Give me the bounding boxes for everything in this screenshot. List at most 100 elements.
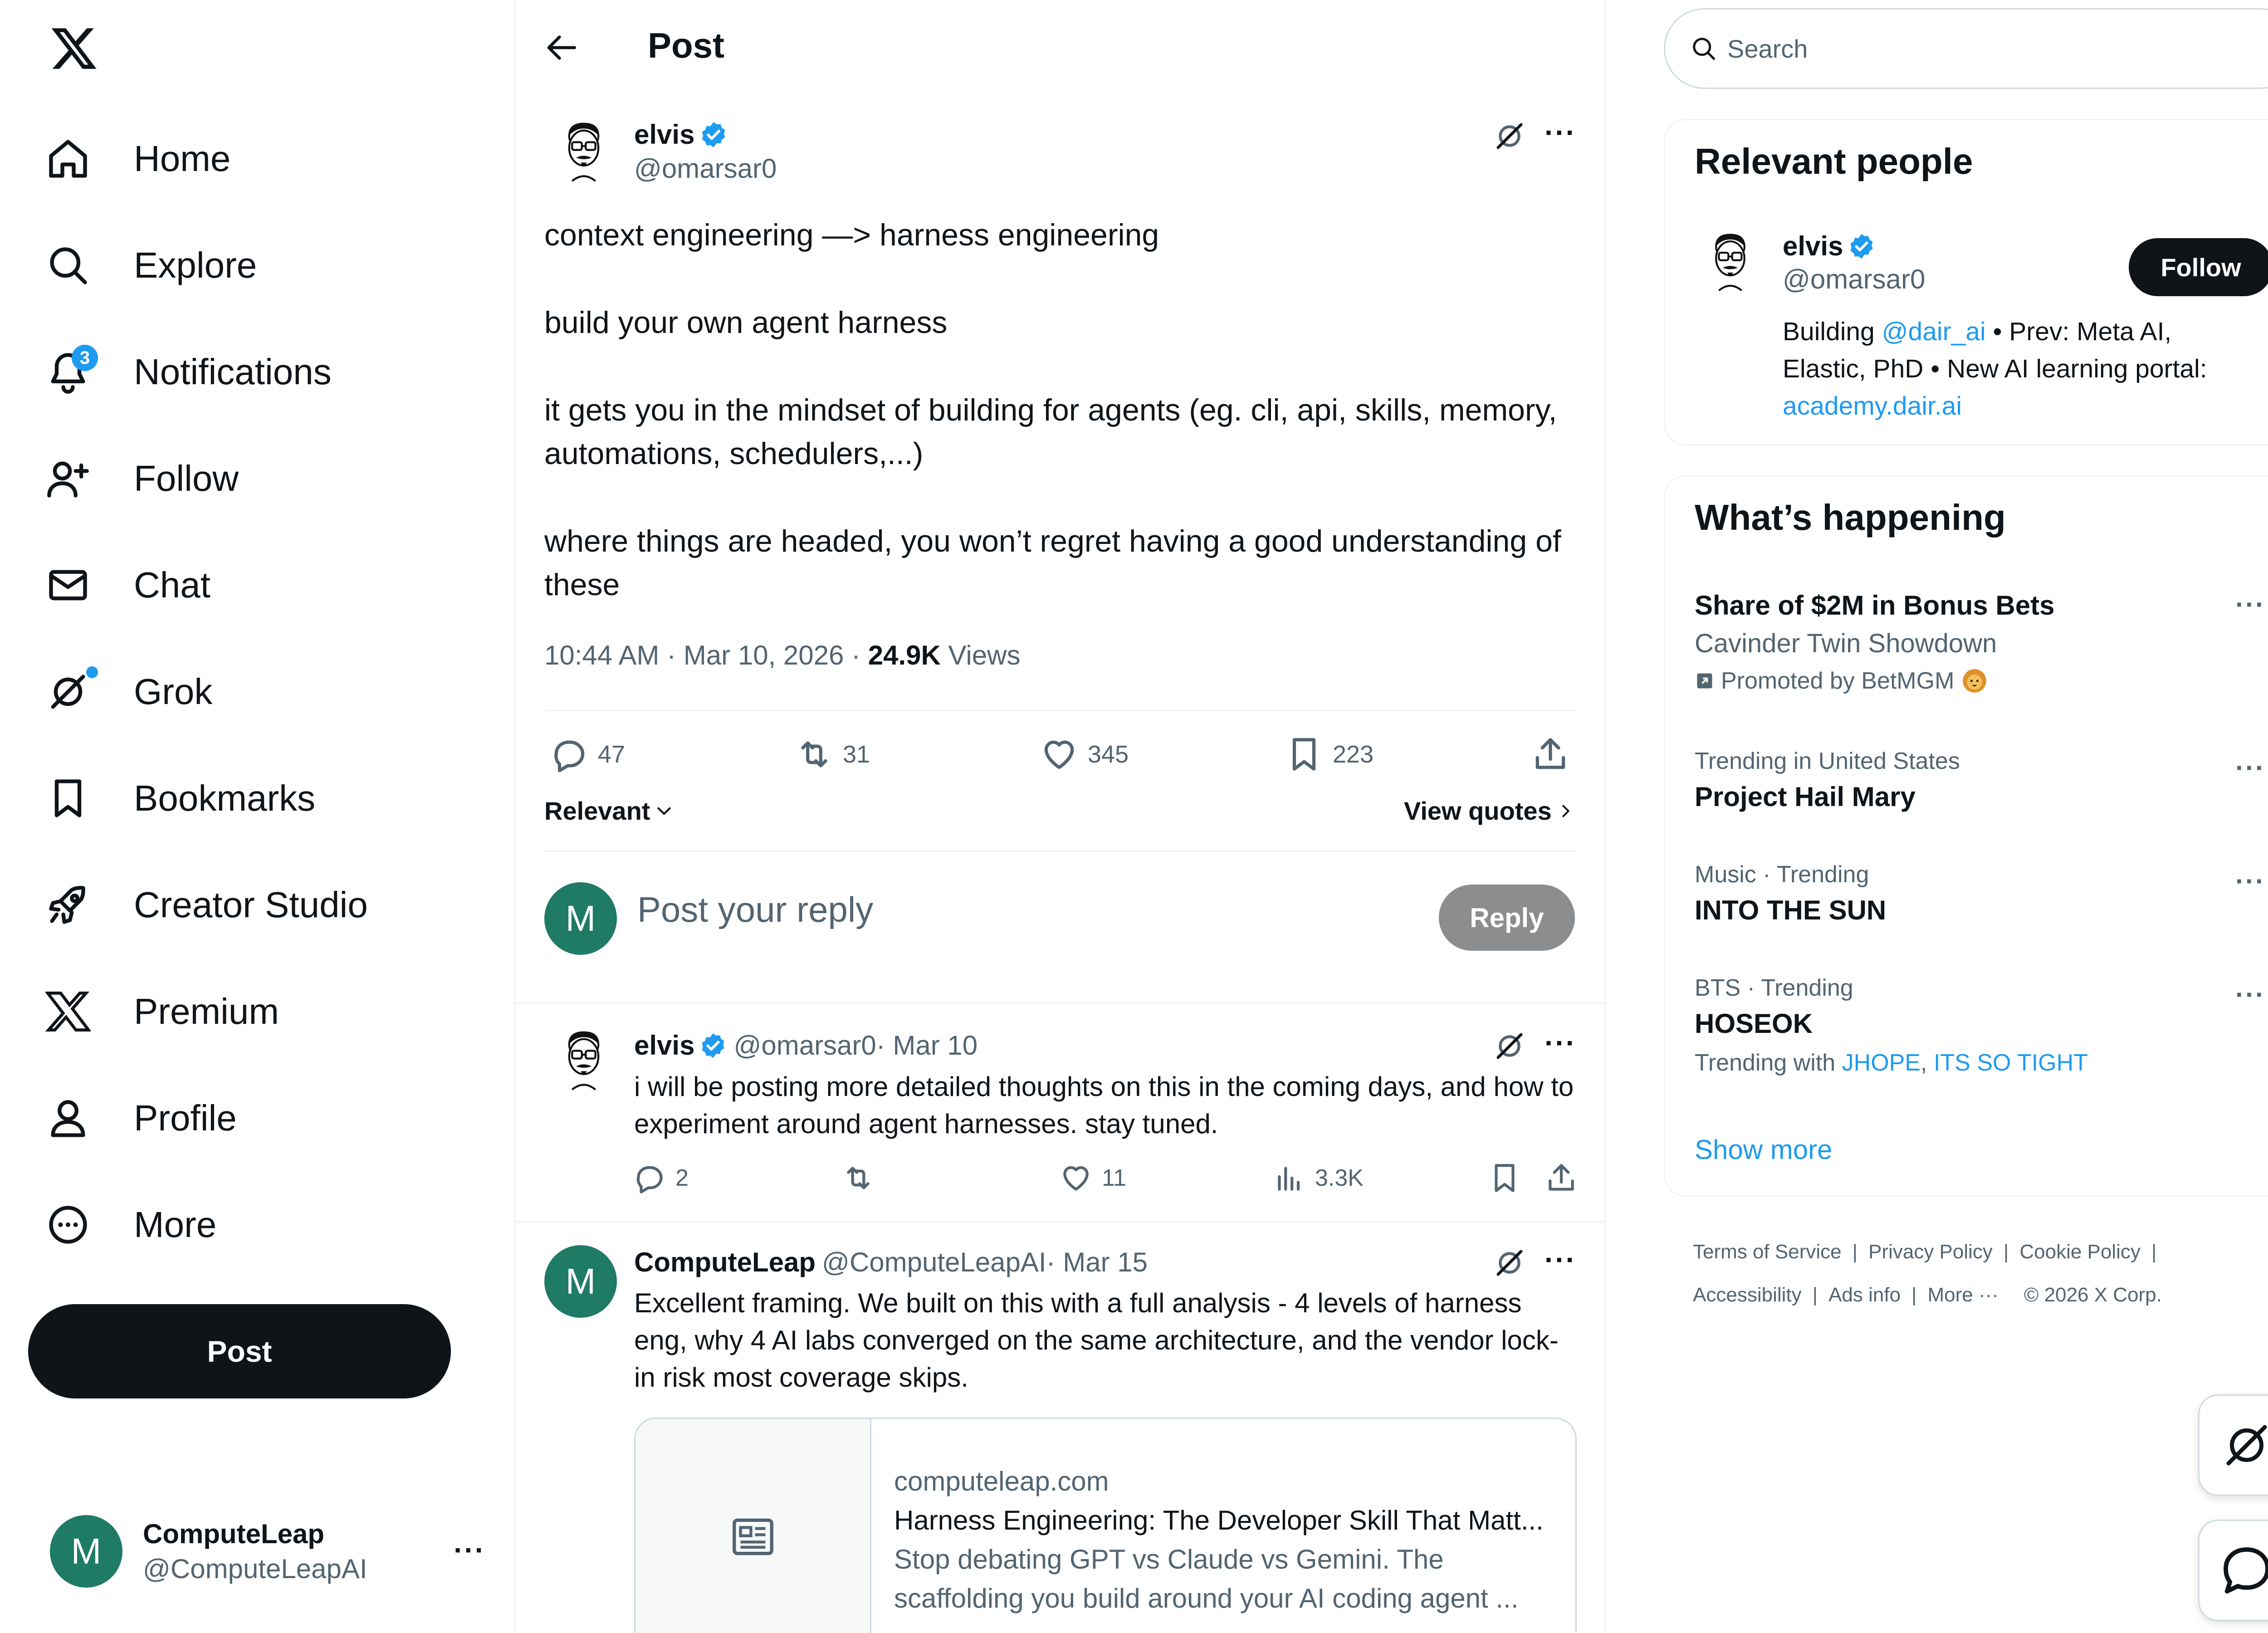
nav-follow[interactable]: Follow bbox=[45, 445, 239, 513]
nav-notifications[interactable]: 3 Notifications bbox=[45, 338, 332, 406]
footer-separator: | bbox=[2151, 1241, 2157, 1263]
nav-creator-studio[interactable]: Creator Studio bbox=[45, 871, 368, 939]
repost-action[interactable]: 31 bbox=[795, 735, 870, 774]
relevant-people-title: Relevant people bbox=[1695, 141, 1973, 181]
nav-explore[interactable]: Explore bbox=[45, 231, 257, 299]
reply-author-name[interactable]: elvis bbox=[634, 1030, 694, 1061]
grok-float-button[interactable] bbox=[2198, 1394, 2268, 1496]
account-switcher[interactable]: M ComputeLeap @ComputeLeapAI ··· bbox=[50, 1515, 485, 1588]
trending-with-separator: , bbox=[1921, 1050, 1934, 1076]
promoted-trend[interactable]: Share of $2M in Bonus Bets Cavinder Twin… bbox=[1695, 590, 2054, 695]
trend-item[interactable]: BTS · Trending HOSEOK Trending with JHOP… bbox=[1695, 974, 2088, 1076]
verified-badge-icon bbox=[1848, 232, 1876, 260]
reply-header: elvis @omarsar0 · Mar 10 bbox=[634, 1030, 978, 1061]
reply-date[interactable]: · Mar 10 bbox=[876, 1030, 978, 1061]
promoted-label: Promoted by BetMGM bbox=[1721, 668, 1955, 694]
search-bar[interactable]: Search bbox=[1664, 8, 2268, 89]
reply-more-button[interactable]: ··· bbox=[1545, 1026, 1576, 1060]
reply-author-name[interactable]: ComputeLeap bbox=[634, 1247, 816, 1278]
trend-context: BTS · Trending bbox=[1695, 975, 1853, 1001]
relevant-person-name[interactable]: elvis bbox=[1783, 230, 1843, 262]
footer-link[interactable]: Terms of Service bbox=[1693, 1241, 1842, 1263]
relevant-person-avatar[interactable] bbox=[1702, 229, 1759, 297]
trend-item[interactable]: Trending in United States Project Hail M… bbox=[1695, 748, 1960, 812]
share-icon[interactable] bbox=[1531, 735, 1570, 774]
trending-with-link[interactable]: ITS SO TIGHT bbox=[1934, 1050, 2088, 1076]
footer-link[interactable]: More ··· bbox=[1927, 1284, 1998, 1306]
post-author[interactable]: elvis @omarsar0 bbox=[634, 119, 777, 184]
trending-with-link[interactable]: JHOPE bbox=[1842, 1050, 1921, 1076]
nav-home[interactable]: Home bbox=[45, 125, 230, 193]
search-input[interactable]: Search bbox=[1727, 34, 1808, 64]
replies-sort-dropdown[interactable]: Relevant bbox=[544, 796, 675, 826]
bio-mention-link[interactable]: @dair_ai bbox=[1882, 317, 1986, 346]
link-card[interactable]: computeleap.com Harness Engineering: The… bbox=[634, 1418, 1577, 1633]
like-action[interactable]: 11 bbox=[1059, 1161, 1126, 1195]
like-action[interactable]: 345 bbox=[1040, 735, 1129, 774]
follow-button[interactable]: Follow bbox=[2129, 238, 2268, 296]
reply-author-handle[interactable]: @ComputeLeapAI bbox=[822, 1247, 1046, 1278]
analytics-icon bbox=[1272, 1161, 1315, 1195]
footer-link[interactable]: Cookie Policy bbox=[2019, 1241, 2141, 1263]
trend-more-button[interactable]: ··· bbox=[2235, 752, 2265, 783]
nav-chat[interactable]: Chat bbox=[45, 551, 210, 619]
divider bbox=[515, 1221, 1606, 1222]
bookmark-icon[interactable] bbox=[1488, 1161, 1521, 1195]
nav-profile[interactable]: Profile bbox=[45, 1084, 237, 1152]
relevant-person-bio: Building @dair_ai • Prev: Meta AI, Elast… bbox=[1783, 313, 2268, 425]
grok-explain-icon[interactable] bbox=[1492, 1246, 1527, 1280]
trend-more-button[interactable]: ··· bbox=[2235, 589, 2265, 620]
reply-author-avatar[interactable] bbox=[554, 1027, 613, 1095]
footer-link[interactable]: Accessibility bbox=[1693, 1284, 1802, 1306]
nav-notifications-label: Notifications bbox=[134, 352, 332, 392]
footer-link[interactable]: Privacy Policy bbox=[1868, 1241, 1993, 1263]
reply-more-button[interactable]: ··· bbox=[1545, 1243, 1576, 1276]
post-author-name[interactable]: elvis bbox=[634, 119, 694, 150]
post-more-button[interactable]: ··· bbox=[1545, 116, 1576, 149]
nav-grok[interactable]: Grok bbox=[45, 658, 212, 726]
trend-more-button[interactable]: ··· bbox=[2235, 865, 2265, 897]
reply-button[interactable]: Reply bbox=[1439, 885, 1575, 951]
back-arrow-icon[interactable] bbox=[544, 29, 585, 66]
trend-more-button[interactable]: ··· bbox=[2235, 979, 2265, 1010]
view-quotes-link[interactable]: View quotes bbox=[1404, 796, 1576, 826]
trend-item[interactable]: Music · Trending INTO THE SUN bbox=[1695, 861, 1886, 926]
post-views-label: Views bbox=[940, 640, 1021, 670]
account-more-button[interactable]: ··· bbox=[454, 1533, 485, 1567]
post-author-avatar[interactable] bbox=[554, 119, 613, 187]
reply-action[interactable]: 47 bbox=[550, 735, 625, 774]
bio-url-link[interactable]: academy.dair.ai bbox=[1783, 387, 2268, 425]
views-action[interactable]: 3.3K bbox=[1272, 1161, 1364, 1195]
messages-float-button[interactable] bbox=[2198, 1520, 2268, 1621]
nav-premium[interactable]: Premium bbox=[45, 978, 279, 1046]
post-timestamp[interactable]: 10:44 AM · Mar 10, 2026 · bbox=[544, 640, 868, 670]
repost-action[interactable] bbox=[841, 1161, 884, 1195]
reply-count: 47 bbox=[598, 741, 626, 768]
copyright: © 2026 X Corp. bbox=[2024, 1284, 2162, 1306]
show-more-link[interactable]: Show more bbox=[1695, 1134, 1832, 1165]
sort-label: Relevant bbox=[544, 797, 650, 825]
relevant-person-handle[interactable]: @omarsar0 bbox=[1783, 264, 1925, 295]
nav-profile-label: Profile bbox=[134, 1098, 237, 1138]
grok-explain-icon[interactable] bbox=[1492, 119, 1527, 153]
left-sidebar: Home Explore 3 Notifications Follow Chat… bbox=[0, 0, 515, 1633]
nav-follow-label: Follow bbox=[134, 458, 239, 499]
reply-action[interactable]: 2 bbox=[633, 1161, 689, 1195]
x-premium-icon bbox=[45, 989, 91, 1034]
reply-date[interactable]: · Mar 15 bbox=[1046, 1247, 1148, 1278]
footer-link[interactable]: Ads info bbox=[1828, 1284, 1901, 1306]
reply-author-handle[interactable]: @omarsar0 bbox=[733, 1030, 876, 1061]
relevant-person[interactable]: elvis @omarsar0 bbox=[1783, 230, 1925, 295]
share-icon[interactable] bbox=[1545, 1161, 1578, 1195]
post-author-handle[interactable]: @omarsar0 bbox=[634, 153, 777, 184]
reply-author-avatar-wrap[interactable]: M bbox=[544, 1245, 617, 1318]
grok-explain-icon[interactable] bbox=[1492, 1029, 1527, 1063]
nav-more[interactable]: More bbox=[45, 1191, 216, 1259]
bookmark-action[interactable]: 223 bbox=[1285, 735, 1374, 774]
x-logo-icon[interactable] bbox=[49, 24, 103, 78]
reply-input[interactable]: Post your reply bbox=[637, 889, 873, 930]
post-button[interactable]: Post bbox=[28, 1304, 451, 1398]
page-title: Post bbox=[648, 25, 725, 65]
bell-icon: 3 bbox=[45, 345, 98, 395]
nav-bookmarks[interactable]: Bookmarks bbox=[45, 764, 315, 832]
